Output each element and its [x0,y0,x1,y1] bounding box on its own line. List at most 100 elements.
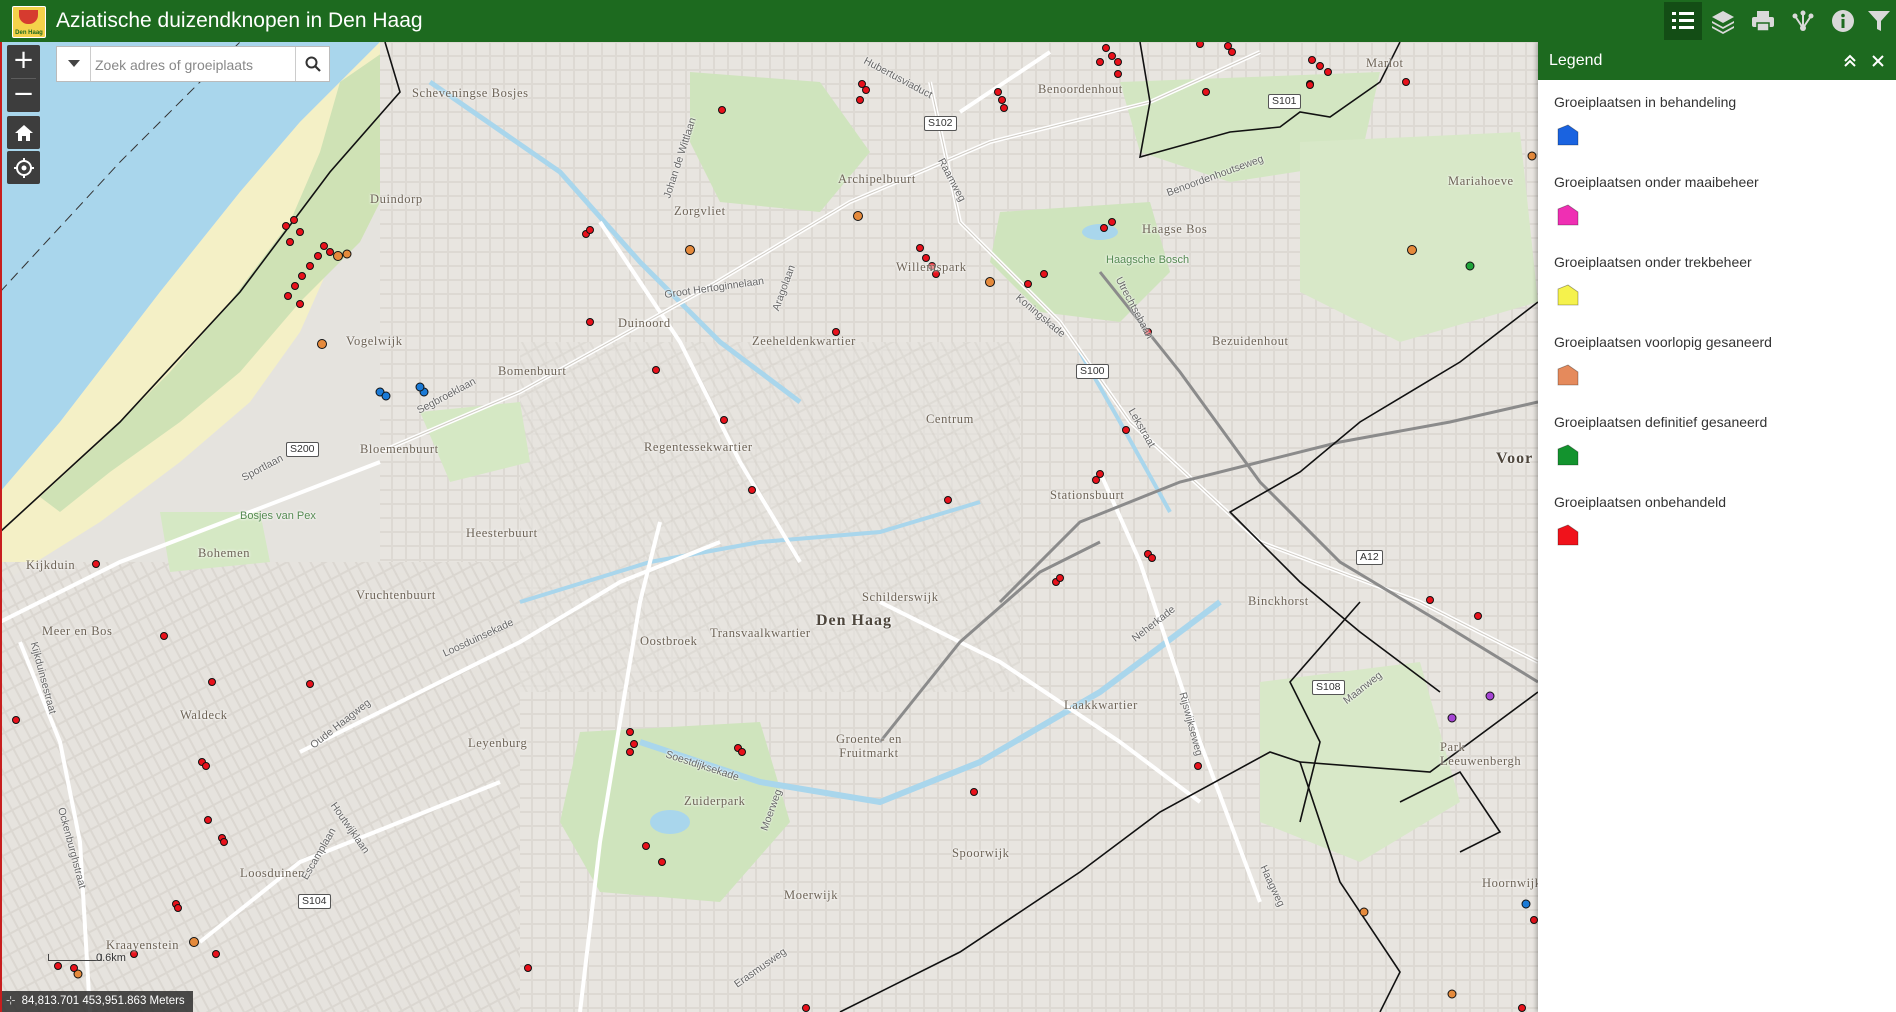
legend-item: Groeiplaatsen in behandeling [1554,94,1736,146]
road-shield-s108: S108 [1312,680,1345,695]
map-label-haagsche-bosch: Haagsche Bosch [1106,254,1190,266]
map-label-voor: Voor [1496,450,1534,467]
legend-item-label: Groeiplaatsen voorlopig gesaneerd [1554,334,1772,350]
legend-item-label: Groeiplaatsen in behandeling [1554,94,1737,110]
map-label-centrum: Centrum [926,412,974,426]
legend-swatch-icon [1557,204,1579,226]
home-icon [14,124,33,141]
legend-item: Groeiplaatsen definitief gesaneerd [1554,414,1767,466]
filter-icon [1868,11,1890,31]
legend-item: Groeiplaatsen voorlopig gesaneerd [1554,334,1772,386]
locate-icon [13,157,34,178]
map-label-duindorp: Duindorp [370,192,423,206]
search-icon [305,56,321,72]
den-haag-logo: Den Haag [12,6,46,38]
map-label-kijkduin: Kijkduin [26,558,76,572]
map-label-laakkwartier: Laakkwartier [1064,698,1138,712]
collapse-panel-button[interactable] [1838,49,1862,73]
road-shield-s200: S200 [286,442,319,457]
close-panel-button[interactable] [1866,49,1890,73]
scale-bar-label: 0.6km [96,952,126,964]
map-label-bosjes-van-pex: Bosjes van Pex [240,510,316,522]
road-shield-s104: S104 [298,894,331,909]
map-label-benoordenhout: Benoordenhout [1038,82,1123,96]
legend-item: Groeiplaatsen onder trekbeheer [1554,254,1752,306]
legend-swatch-icon [1557,284,1579,306]
map-label-vogelwijk: Vogelwijk [346,334,403,348]
scale-bar: 0.6km [48,952,126,964]
map-label-archipelbuurt: Archipelbuurt [838,172,916,186]
legend-swatch-icon [1557,124,1579,146]
map-label-bohemen: Bohemen [198,546,251,560]
crosshair-icon[interactable]: ⊹ [6,991,16,1012]
coordinate-readout: ⊹ 84,813.701 453,951.863 Meters [0,991,193,1012]
road-shield-s101: S101 [1268,94,1301,109]
map-label-park-leeuwenbergh: Park Leeuwenbergh [1440,740,1522,768]
legend-item: Groeiplaatsen onder maaibeheer [1554,174,1759,226]
map-label-waldeck: Waldeck [180,708,228,722]
basemap [0,42,1538,1012]
legend-swatch-icon [1557,524,1579,546]
map-label-heesterbuurt: Heesterbuurt [466,526,538,540]
map-label-moerwijk: Moerwijk [784,888,839,902]
legend-swatch-icon [1557,444,1579,466]
road-shield-s102: S102 [924,116,957,131]
app-header: Den Haag Aziatische duizendknopen in Den… [0,0,1896,42]
map-label-zuiderpark: Zuiderpark [684,794,746,808]
map-label-loosduinen: Loosduinen [240,866,306,880]
locate-button[interactable] [7,151,40,184]
road-shield-s100: S100 [1076,364,1109,379]
zoom-out-button[interactable]: − [7,79,40,112]
legend-header: Legend [1538,42,1896,80]
list-icon [1672,12,1694,29]
map-label-regentessekwartier: Regentessekwartier [644,440,753,454]
chevron-double-up-icon [1844,54,1856,67]
map-label-marlot: Marlot [1366,56,1404,70]
legend-title: Legend [1549,52,1603,69]
about-tool-button[interactable] [1824,2,1862,40]
search-source-dropdown[interactable] [57,47,91,81]
legend-tool-button[interactable] [1664,2,1702,40]
filter-tool-button[interactable] [1860,2,1896,40]
map-label-groente-en-fruitmarkt: Groente- en Fruitmarkt [836,732,902,760]
close-icon [1872,55,1884,67]
map-label-leyenburg: Leyenburg [468,736,528,750]
legend-item-label: Groeiplaatsen onder trekbeheer [1554,254,1752,270]
legend-panel: Legend Groeiplaatsen in behandeling Groei… [1538,42,1896,1012]
share-tool-button[interactable] [1784,2,1822,40]
legend-item-label: Groeiplaatsen onbehandeld [1554,494,1727,510]
home-button[interactable] [7,116,40,149]
print-tool-button[interactable] [1744,2,1782,40]
map-label-bomenbuurt: Bomenbuurt [498,364,567,378]
map-label-meer-en-bos: Meer en Bos [42,624,113,638]
search-input[interactable] [93,51,295,79]
map-label-spoorwijk: Spoorwijk [952,846,1010,860]
road-shield-a12: A12 [1356,550,1383,565]
map-label-transvaalkwartier: Transvaalkwartier [710,626,811,640]
map-label-binckhorst: Binckhorst [1248,594,1309,608]
app-title: Aziatische duizendknopen in Den Haag [56,9,423,32]
map-left-edge [0,42,2,1012]
search-widget [56,46,330,82]
map-label-den-haag: Den Haag [816,612,892,629]
layers-tool-button[interactable] [1704,2,1742,40]
info-icon [1832,10,1854,32]
map-label-bloemenbuurt: Bloemenbuurt [360,442,439,456]
map-label-duinoord: Duinoord [618,316,671,330]
map-label-kraayenstein: Kraayenstein [106,938,180,952]
map-label-vruchtenbuurt: Vruchtenbuurt [356,588,436,602]
zoom-controls: + − [7,45,40,112]
search-button[interactable] [295,47,329,81]
map-label-zorgvliet: Zorgvliet [674,204,726,218]
map-label-stationsbuurt: Stationsbuurt [1050,488,1125,502]
printer-icon [1752,11,1774,32]
map-label-willemspark: Willemspark [896,260,967,274]
map-label-oostbroek: Oostbroek [640,634,698,648]
zoom-in-button[interactable]: + [7,45,40,78]
legend-item: Groeiplaatsen onbehandeld [1554,494,1726,546]
map-view[interactable]: Scheveningse Bosjes Benoordenhout Marlot… [0,42,1538,1012]
map-label-hoornwijk: Hoornwijk [1482,876,1538,890]
chevron-down-icon [67,60,80,67]
share-icon [1792,10,1814,31]
legend-item-label: Groeiplaatsen onder maaibeheer [1554,174,1759,190]
